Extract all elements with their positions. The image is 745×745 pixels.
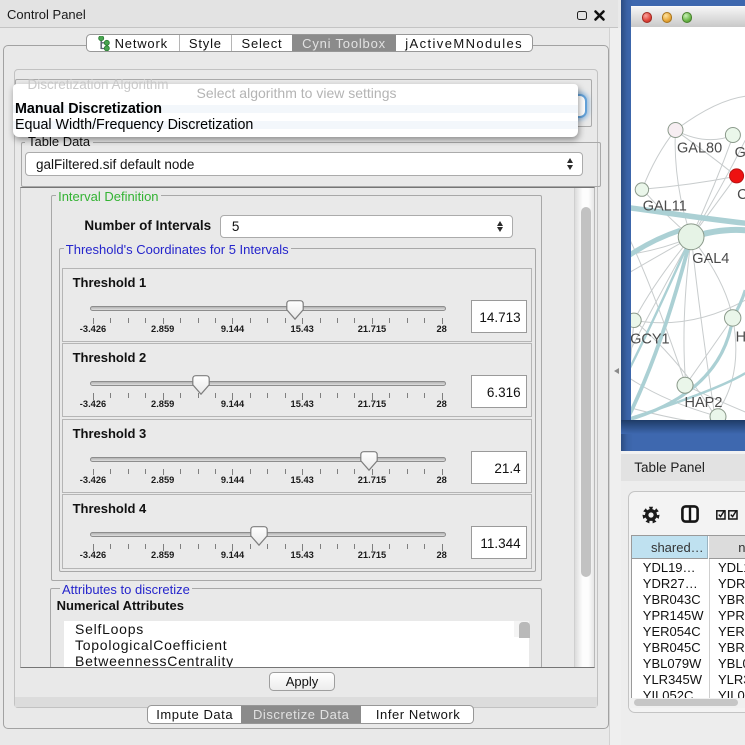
svg-text:GCY1: GCY1 bbox=[631, 331, 670, 347]
svg-text:GAL80: GAL80 bbox=[677, 140, 722, 156]
svg-text:G: G bbox=[734, 145, 745, 161]
svg-text:HAP2: HAP2 bbox=[684, 395, 722, 411]
svg-text:GAL4: GAL4 bbox=[692, 251, 729, 267]
svg-text:H: H bbox=[735, 329, 745, 345]
svg-text:GAL11: GAL11 bbox=[642, 198, 686, 214]
svg-text:C: C bbox=[737, 187, 745, 203]
